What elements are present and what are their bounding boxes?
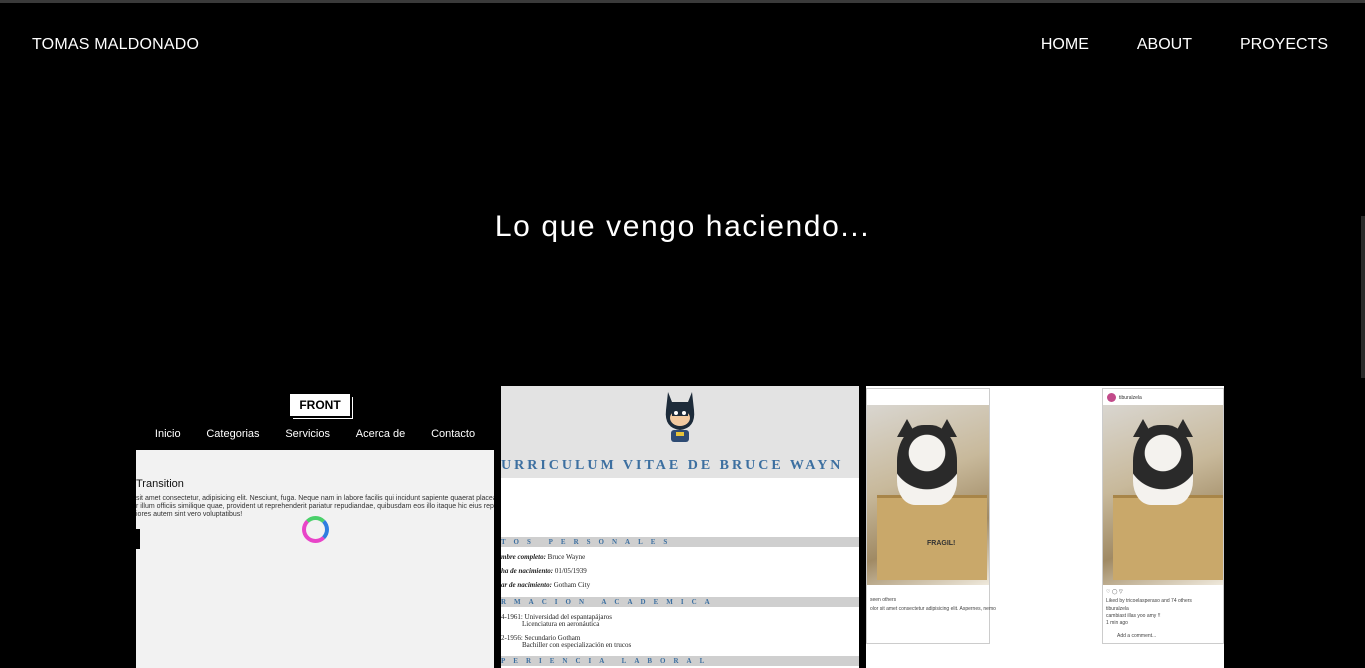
seen-text: seen others — [870, 597, 897, 603]
cv-personal-row: ha de nacimiento: 01/05/1939 — [501, 567, 587, 575]
comment-time: 1 min ago — [1106, 620, 1128, 626]
cv-personal-row: mbre completo: Bruce Wayne — [501, 553, 585, 561]
post-caption: olor sit amet consectetur adipisicing el… — [870, 606, 996, 612]
liked-text: Liked by tricoelasperaso and 74 others — [1106, 598, 1192, 604]
brand-link[interactable]: TOMAS MALDONADO — [32, 36, 199, 54]
cv-personal-row: ar de nacimiento: Gotham City — [501, 581, 590, 589]
project-card-front[interactable]: FRONT Inicio Categorias Servicios Acerca… — [136, 386, 494, 668]
add-comment-field[interactable]: Add a comment... — [1117, 633, 1156, 639]
nav-about-link[interactable]: ABOUT — [1137, 36, 1192, 54]
cardboard-box — [1113, 495, 1223, 580]
preview-side-tab — [136, 529, 140, 549]
post-preview-left: FRAGIL! seen others olor sit amet consec… — [866, 388, 996, 644]
cv-band-personal: TOS PERSONALES — [501, 537, 859, 547]
post-preview-right: tiburalzela ♡ ◯ ▽ Liked by tricoelaspera… — [1102, 388, 1224, 644]
cv-band-work: PERIENCIA LABORAL — [501, 656, 859, 666]
navbar: TOMAS MALDONADO HOME ABOUT PROYECTS — [0, 3, 1365, 85]
preview-menu-item: Contacto — [431, 428, 476, 440]
cat-photo — [1103, 405, 1223, 585]
nav-home-link[interactable]: HOME — [1041, 36, 1089, 54]
cardboard-box — [877, 495, 987, 580]
comment-user: tiburalzela — [1106, 606, 1129, 612]
preview-heading: Transition — [136, 478, 184, 490]
front-logo: FRONT — [290, 394, 350, 416]
cv-value: Gotham City — [553, 581, 591, 589]
cat-photo: FRAGIL! — [867, 405, 989, 585]
project-card-cv[interactable]: URRICULUM VITAE DE BRUCE WAYN TOS PERSON… — [501, 386, 859, 668]
cat-figure — [1133, 425, 1193, 505]
cv-academic-row: Licenciatura en aeronáutica — [522, 620, 600, 628]
fragil-label: FRAGIL! — [927, 540, 956, 547]
cv-academic-row: Bachiller con especialización en trucos — [522, 641, 632, 649]
cat-figure — [897, 425, 957, 505]
preview-text-line: sit amet consectetur, adipisicing elit. … — [136, 495, 494, 502]
preview-menu-item: Servicios — [285, 428, 330, 440]
cv-label: ha de nacimiento: — [501, 567, 554, 575]
preview-menu-item: Acerca de — [355, 428, 406, 440]
preview-menu-item: Categorias — [206, 428, 260, 440]
section-title: Lo que vengo haciendo... — [494, 210, 871, 243]
avatar — [1107, 393, 1116, 402]
nav-links: HOME ABOUT PROYECTS — [1041, 36, 1328, 54]
preview-menu: Inicio Categorias Servicios Acerca de Co… — [136, 428, 494, 440]
cv-value: 01/05/1939 — [554, 567, 587, 575]
comment-text: cambiast illas yoo amy !! — [1106, 613, 1161, 619]
loading-spinner-icon — [302, 516, 329, 543]
cv-label: ar de nacimiento: — [501, 581, 552, 589]
cv-title: URRICULUM VITAE DE BRUCE WAYN — [501, 458, 844, 473]
preview-text-line: r illum officiis similique quae, provide… — [136, 503, 494, 510]
nav-projects-link[interactable]: PROYECTS — [1240, 36, 1328, 54]
cv-band-academic: RMACION ACADEMICA — [501, 597, 859, 607]
batman-icon — [665, 392, 695, 442]
preview-menu-item: Inicio — [154, 428, 181, 440]
preview-body: Transition sit amet consectetur, adipisi… — [136, 450, 494, 668]
project-card-instagram[interactable]: FRAGIL! seen others olor sit amet consec… — [866, 386, 1224, 668]
cv-label: mbre completo: — [501, 553, 546, 561]
heart-icon: ♡ ◯ ▽ — [1106, 589, 1123, 595]
post-username: tiburalzela — [1119, 395, 1142, 401]
cv-value: Bruce Wayne — [547, 553, 586, 561]
